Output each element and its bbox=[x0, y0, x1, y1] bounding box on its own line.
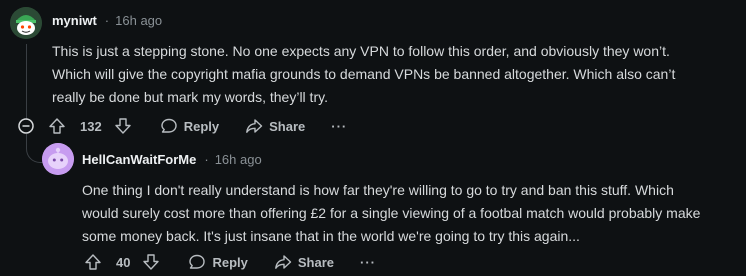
share-button[interactable]: Share bbox=[245, 117, 305, 135]
vote-controls: 40 bbox=[84, 253, 160, 271]
comment-actions: 132 Reply Share ··· bbox=[48, 113, 347, 139]
username[interactable]: myniwt bbox=[52, 13, 97, 28]
collapse-thread-icon bbox=[18, 118, 34, 134]
vote-count: 132 bbox=[80, 118, 102, 134]
share-arrow-icon bbox=[246, 119, 263, 133]
comment-body: This is just a stepping stone. No one ex… bbox=[52, 43, 676, 105]
share-arrow-icon bbox=[274, 255, 292, 269]
reply-button[interactable]: Reply bbox=[188, 253, 248, 271]
thread-line bbox=[26, 44, 27, 120]
vote-controls: 132 bbox=[48, 117, 132, 135]
avatar[interactable] bbox=[10, 7, 42, 39]
more-options-button[interactable]: ··· bbox=[331, 119, 347, 134]
more-options-button[interactable]: ··· bbox=[360, 255, 376, 270]
thread-branch-line bbox=[26, 134, 43, 163]
default-avatar-icon bbox=[42, 143, 74, 175]
overflow-menu-icon: ··· bbox=[331, 118, 348, 134]
timestamp: · 16h ago bbox=[104, 13, 163, 28]
timestamp: · 16h ago bbox=[204, 152, 262, 167]
downvote-arrow-icon[interactable] bbox=[142, 253, 160, 271]
speech-bubble-icon bbox=[189, 254, 206, 269]
avatar[interactable] bbox=[42, 143, 74, 175]
comment-body: One thing I don't really understand is h… bbox=[82, 182, 701, 244]
vote-count: 40 bbox=[116, 254, 131, 270]
overflow-menu-icon: ··· bbox=[360, 254, 377, 270]
comment-actions: 40 Reply Share ··· bbox=[84, 249, 376, 275]
speech-bubble-icon bbox=[161, 118, 177, 133]
upvote-arrow-icon[interactable] bbox=[84, 253, 102, 271]
username[interactable]: HellCanWaitForMe bbox=[82, 152, 196, 167]
reply-button[interactable]: Reply bbox=[160, 117, 219, 135]
upvote-arrow-icon[interactable] bbox=[48, 117, 66, 135]
share-button[interactable]: Share bbox=[274, 253, 334, 271]
collapse-thread-button[interactable] bbox=[17, 117, 35, 135]
snoo-avatar-icon bbox=[10, 7, 42, 39]
downvote-arrow-icon[interactable] bbox=[114, 117, 132, 135]
